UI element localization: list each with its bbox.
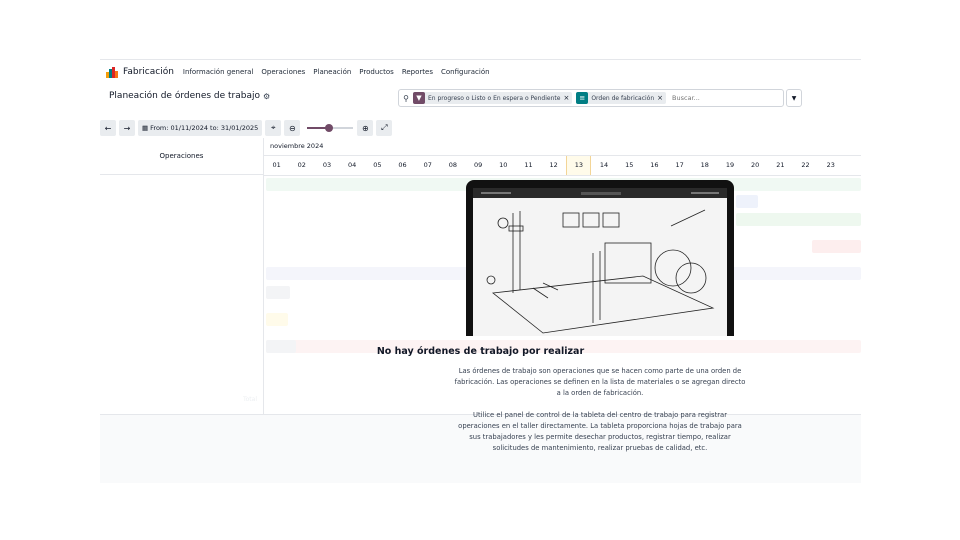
month-header: noviembre 2024 [270, 142, 324, 150]
sample-bar [266, 340, 296, 353]
day-cell: 19 [725, 161, 735, 169]
day-cell: 11 [524, 161, 533, 169]
sample-bar [266, 178, 861, 191]
menu-products[interactable]: Productos [359, 68, 394, 76]
day-cell: 10 [499, 161, 508, 169]
sample-bar [266, 340, 861, 353]
arrow-left-icon: ← [104, 123, 112, 133]
day-cell: 20 [751, 161, 760, 169]
remove-groupby-icon[interactable]: × [657, 94, 663, 102]
day-cell: 04 [348, 161, 357, 169]
search-options-toggle[interactable]: ▼ [786, 89, 802, 107]
date-range-button[interactable]: ▦ From: 01/11/2024 to: 31/01/2025 [138, 120, 263, 136]
gantt-footer [100, 414, 861, 483]
day-cell: 08 [448, 161, 458, 169]
day-cell: 12 [549, 161, 558, 169]
zoom-slider[interactable] [307, 120, 354, 136]
day-cell: 18 [700, 161, 709, 169]
zoom-in-button[interactable]: ⊕ [357, 120, 374, 136]
page-title-text: Planeación de órdenes de trabajo [109, 91, 261, 101]
expand-icon: ⤢ [381, 123, 388, 132]
day-cell: 22 [801, 161, 810, 169]
day-cell: 14 [599, 161, 609, 169]
menu-configuration[interactable]: Configuración [441, 68, 490, 76]
groupby-facet-label: Orden de fabricación [591, 94, 655, 102]
day-cell: 23 [826, 161, 835, 169]
next-button[interactable]: → [119, 120, 135, 136]
sample-bar [736, 213, 861, 226]
filter-facet-label: En progreso o Listo o En espera o Pendie… [428, 94, 561, 102]
menu-planning[interactable]: Planeación [313, 68, 351, 76]
sample-bar [266, 267, 861, 280]
today-button[interactable]: ⌖ [265, 120, 282, 136]
day-cell: 16 [650, 161, 659, 169]
day-header: 01 02 03 04 05 06 07 08 09 10 11 12 13 14 15 16 17 18 19 20… [264, 155, 861, 176]
app-window: Fabricación Información general Operacio… [100, 59, 861, 483]
zoom-out-button[interactable]: ⊖ [284, 120, 301, 136]
menu-reports[interactable]: Reportes [402, 68, 433, 76]
day-cell: 15 [625, 161, 634, 169]
date-range-label: From: 01/11/2024 to: 31/01/2025 [150, 124, 259, 132]
remove-filter-icon[interactable]: × [563, 94, 569, 102]
day-cell: 21 [776, 161, 785, 169]
day-cell: 13 [566, 156, 592, 175]
gantt-toolbar: ← → ▦ From: 01/11/2024 to: 31/01/2025 ⌖ … [100, 120, 395, 136]
zoom-out-icon: ⊖ [288, 123, 296, 133]
day-cell: 02 [297, 161, 306, 169]
row-labels-column [100, 174, 264, 414]
manufacturing-app-icon[interactable] [106, 66, 118, 78]
search-bar[interactable]: ⚲ ▼ En progreso o Listo o En espera o Pe… [398, 89, 784, 107]
day-cell: 06 [398, 161, 407, 169]
page-title: Planeación de órdenes de trabajo ⚙ [109, 91, 270, 101]
app-name[interactable]: Fabricación [123, 67, 174, 77]
top-navbar: Fabricación Información general Operacio… [100, 60, 861, 84]
expand-button[interactable]: ⤢ [376, 120, 393, 136]
gantt-view: Operaciones noviembre 2024 01 02 03 04 05 06 0… [100, 138, 861, 483]
search-icon[interactable]: ⚲ [399, 94, 413, 103]
day-cell: 01 [272, 161, 281, 169]
caret-down-icon: ▼ [791, 94, 797, 102]
calendar-icon: ▦ [142, 124, 149, 132]
day-cell: 17 [675, 161, 684, 169]
groupby-facet: ≡ Orden de fabricación × [576, 92, 667, 104]
slider-knob[interactable] [325, 124, 334, 132]
day-cell: 05 [373, 161, 382, 169]
day-cell: 07 [423, 161, 432, 169]
filter-icon: ▼ [413, 92, 425, 104]
menu-general[interactable]: Información general [183, 68, 253, 76]
gear-icon[interactable]: ⚙ [263, 92, 270, 101]
day-cell: 09 [473, 161, 483, 169]
sample-bar [266, 286, 290, 299]
group-by-icon: ≡ [576, 92, 589, 104]
filter-facet: ▼ En progreso o Listo o En espera o Pend… [413, 92, 573, 104]
search-input[interactable] [670, 93, 765, 103]
row-header: Operaciones [100, 138, 264, 175]
day-cell: 03 [322, 161, 332, 169]
zoom-in-icon: ⊕ [361, 123, 369, 133]
total-label: Total [242, 396, 257, 403]
previous-button[interactable]: ← [100, 120, 116, 136]
crosshair-icon: ⌖ [271, 123, 276, 132]
arrow-right-icon: → [123, 123, 131, 133]
sample-bar [266, 313, 288, 326]
sample-bar [812, 240, 861, 253]
sample-bar [736, 195, 758, 208]
menu-operations[interactable]: Operaciones [261, 68, 305, 76]
